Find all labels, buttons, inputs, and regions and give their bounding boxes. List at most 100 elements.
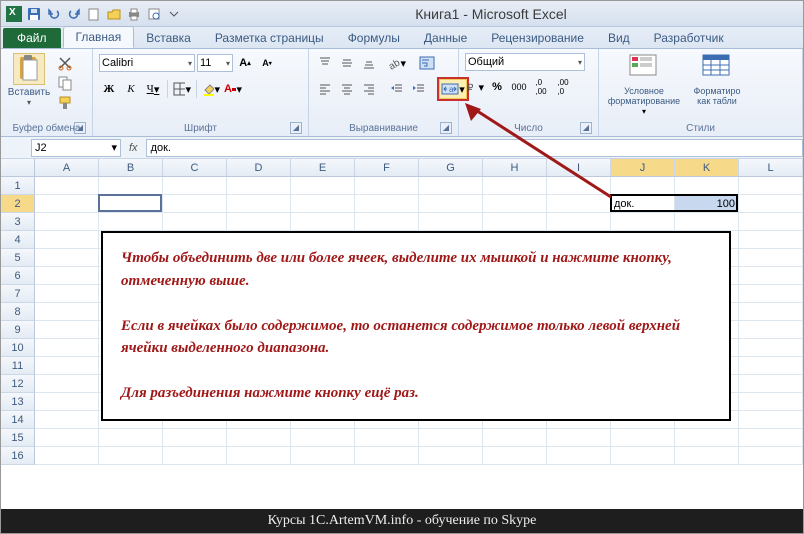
col-header[interactable]: F bbox=[355, 159, 419, 176]
cell[interactable] bbox=[163, 213, 227, 231]
qat-preview-icon[interactable] bbox=[145, 5, 163, 23]
row-header[interactable]: 11 bbox=[1, 357, 35, 375]
row-header[interactable]: 2 bbox=[1, 195, 35, 213]
cell[interactable] bbox=[355, 177, 419, 195]
cell[interactable] bbox=[739, 177, 803, 195]
cell[interactable] bbox=[419, 447, 483, 465]
font-name-combo[interactable]: Calibri▾ bbox=[99, 54, 195, 72]
cell[interactable] bbox=[739, 447, 803, 465]
col-header[interactable]: K bbox=[675, 159, 739, 176]
increase-indent-icon[interactable] bbox=[409, 79, 429, 99]
font-color-icon[interactable]: A▾ bbox=[223, 79, 243, 99]
cell[interactable] bbox=[99, 447, 163, 465]
cell[interactable] bbox=[739, 411, 803, 429]
cell[interactable] bbox=[611, 447, 675, 465]
cell[interactable] bbox=[35, 321, 99, 339]
cell[interactable] bbox=[35, 375, 99, 393]
accounting-format-icon[interactable]: ₽▾ bbox=[465, 77, 485, 97]
cell[interactable] bbox=[163, 447, 227, 465]
format-as-table-button[interactable]: Форматиро как табли bbox=[687, 53, 747, 107]
col-header[interactable]: D bbox=[227, 159, 291, 176]
tab-review[interactable]: Рецензирование bbox=[479, 28, 596, 48]
tab-formulas[interactable]: Формулы bbox=[336, 28, 412, 48]
cell[interactable] bbox=[611, 213, 675, 231]
cell[interactable] bbox=[739, 429, 803, 447]
increase-decimal-icon[interactable]: ,0,00 bbox=[531, 77, 551, 97]
cell[interactable] bbox=[739, 195, 803, 213]
bold-icon[interactable]: Ж bbox=[99, 79, 119, 99]
row-header[interactable]: 5 bbox=[1, 249, 35, 267]
cell[interactable] bbox=[227, 447, 291, 465]
cell[interactable] bbox=[355, 447, 419, 465]
cell[interactable] bbox=[35, 213, 99, 231]
underline-icon[interactable]: Ч▾ bbox=[143, 79, 163, 99]
cell[interactable] bbox=[163, 429, 227, 447]
italic-icon[interactable]: К bbox=[121, 79, 141, 99]
row-header[interactable]: 9 bbox=[1, 321, 35, 339]
cell[interactable] bbox=[291, 213, 355, 231]
undo-icon[interactable] bbox=[45, 5, 63, 23]
cell[interactable] bbox=[739, 375, 803, 393]
cell[interactable] bbox=[611, 429, 675, 447]
cell[interactable] bbox=[547, 447, 611, 465]
row-header[interactable]: 6 bbox=[1, 267, 35, 285]
cell[interactable] bbox=[35, 429, 99, 447]
cell[interactable] bbox=[739, 267, 803, 285]
fx-icon[interactable]: fx bbox=[129, 142, 138, 154]
cell[interactable] bbox=[35, 231, 99, 249]
save-icon[interactable] bbox=[25, 5, 43, 23]
tab-view[interactable]: Вид bbox=[596, 28, 642, 48]
redo-icon[interactable] bbox=[65, 5, 83, 23]
row-header[interactable]: 15 bbox=[1, 429, 35, 447]
cell[interactable] bbox=[739, 213, 803, 231]
qat-new-icon[interactable] bbox=[85, 5, 103, 23]
cell[interactable] bbox=[355, 213, 419, 231]
tab-data[interactable]: Данные bbox=[412, 28, 479, 48]
cell[interactable] bbox=[291, 195, 355, 213]
cell[interactable] bbox=[675, 447, 739, 465]
cut-icon[interactable] bbox=[55, 53, 75, 73]
cell[interactable]: 100 bbox=[675, 195, 739, 213]
qat-print-icon[interactable] bbox=[125, 5, 143, 23]
cell[interactable] bbox=[483, 447, 547, 465]
cell[interactable] bbox=[35, 195, 99, 213]
row-header[interactable]: 12 bbox=[1, 375, 35, 393]
tab-insert[interactable]: Вставка bbox=[134, 28, 203, 48]
cell[interactable] bbox=[291, 177, 355, 195]
cell[interactable] bbox=[419, 429, 483, 447]
cell[interactable] bbox=[227, 213, 291, 231]
cell[interactable] bbox=[739, 285, 803, 303]
cell[interactable] bbox=[355, 195, 419, 213]
row-header[interactable]: 13 bbox=[1, 393, 35, 411]
copy-icon[interactable] bbox=[55, 73, 75, 93]
cell[interactable] bbox=[163, 195, 227, 213]
cell[interactable] bbox=[739, 357, 803, 375]
row-header[interactable]: 1 bbox=[1, 177, 35, 195]
cell[interactable] bbox=[35, 267, 99, 285]
decrease-indent-icon[interactable] bbox=[387, 79, 407, 99]
align-left-icon[interactable] bbox=[315, 79, 335, 99]
comma-icon[interactable]: 000 bbox=[509, 77, 529, 97]
cell[interactable] bbox=[675, 177, 739, 195]
percent-icon[interactable]: % bbox=[487, 77, 507, 97]
font-size-combo[interactable]: 11▾ bbox=[197, 54, 233, 72]
cell[interactable] bbox=[227, 429, 291, 447]
name-box[interactable]: J2▾ bbox=[31, 139, 121, 157]
cell[interactable] bbox=[675, 429, 739, 447]
cell[interactable] bbox=[739, 231, 803, 249]
row-header[interactable]: 14 bbox=[1, 411, 35, 429]
borders-icon[interactable]: ▾ bbox=[172, 79, 192, 99]
format-painter-icon[interactable] bbox=[55, 93, 75, 113]
cell[interactable] bbox=[35, 249, 99, 267]
cell[interactable] bbox=[99, 195, 163, 213]
col-header[interactable]: L bbox=[739, 159, 803, 176]
cell[interactable] bbox=[291, 447, 355, 465]
increase-font-icon[interactable]: A▴ bbox=[235, 53, 255, 73]
fill-color-icon[interactable]: ▾ bbox=[201, 79, 221, 99]
decrease-decimal-icon[interactable]: ,00,0 bbox=[553, 77, 573, 97]
cell[interactable] bbox=[355, 429, 419, 447]
cell[interactable] bbox=[547, 429, 611, 447]
align-middle-icon[interactable] bbox=[337, 53, 357, 73]
tab-home[interactable]: Главная bbox=[63, 26, 135, 48]
col-header[interactable]: C bbox=[163, 159, 227, 176]
